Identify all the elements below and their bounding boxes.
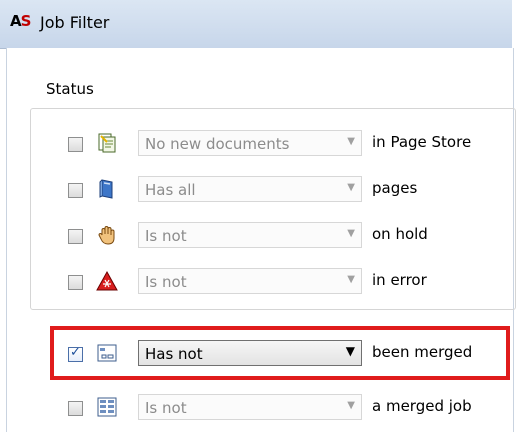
merged-job-icon	[96, 396, 118, 418]
row-suffix-label: on hold	[372, 225, 428, 243]
app-icon: AS	[10, 12, 31, 30]
page-store-icon	[96, 132, 118, 154]
row-suffix-label: a merged job	[372, 397, 472, 415]
highlight-box	[50, 326, 510, 380]
checkbox[interactable]	[68, 137, 83, 152]
chevron-down-icon: ▼	[347, 274, 355, 285]
status-group-label: Status	[46, 80, 94, 98]
row-suffix-label: in error	[372, 271, 427, 289]
filter-row-merged-job: Is not ▼ a merged job	[0, 394, 524, 424]
hand-hold-icon	[96, 224, 118, 246]
checkbox[interactable]	[68, 183, 83, 198]
row-suffix-label: in Page Store	[372, 133, 472, 151]
filter-row-pages: Has all ▼ pages	[0, 176, 524, 206]
error-warning-icon	[96, 270, 118, 292]
window-title: Job Filter	[40, 13, 110, 32]
condition-dropdown[interactable]: Is not ▼	[138, 222, 362, 248]
chevron-down-icon: ▼	[347, 136, 355, 147]
checkbox[interactable]	[68, 275, 83, 290]
chevron-down-icon: ▼	[347, 182, 355, 193]
filter-row-error: Is not ▼ in error	[0, 268, 524, 298]
condition-dropdown[interactable]: No new documents ▼	[138, 130, 362, 156]
checkbox[interactable]	[68, 401, 83, 416]
condition-dropdown[interactable]: Is not ▼	[138, 268, 362, 294]
condition-dropdown[interactable]: Is not ▼	[138, 394, 362, 420]
filter-row-page-store: No new documents ▼ in Page Store	[0, 130, 524, 160]
checkbox[interactable]	[68, 229, 83, 244]
chevron-down-icon: ▼	[347, 228, 355, 239]
chevron-down-icon: ▼	[347, 400, 355, 411]
row-suffix-label: pages	[372, 179, 418, 197]
title-bar: AS Job Filter	[0, 0, 512, 49]
condition-dropdown[interactable]: Has all ▼	[138, 176, 362, 202]
filter-row-hold: Is not ▼ on hold	[0, 222, 524, 252]
pages-icon	[96, 178, 118, 200]
